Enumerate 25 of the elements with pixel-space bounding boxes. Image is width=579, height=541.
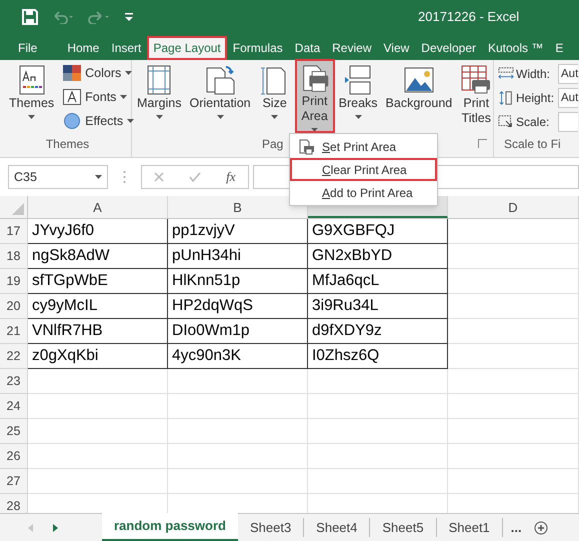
window-title: 20171226 - Excel — [418, 8, 520, 26]
field-label: Scale: — [516, 114, 550, 131]
field-label: Width: — [516, 66, 552, 83]
group-label: Themes — [46, 136, 90, 153]
table-cell: G9XGBFQJ — [308, 219, 448, 244]
table-cell: I0Zhsz6Q — [308, 344, 448, 369]
group-label: Scale to Fi — [504, 136, 561, 153]
table-cell: 4yc90n3K — [168, 344, 308, 369]
table-cell: 3i9Ru34L — [308, 294, 448, 319]
group-label: Pag — [262, 136, 284, 153]
table-cell: d9fXDY9z — [308, 319, 448, 344]
table-cell: HP2dqWqS — [168, 294, 308, 319]
table-cell: GN2xBbYD — [308, 244, 448, 269]
table-cell: pp1zvjyV — [168, 219, 308, 244]
table-cell: JYvyJ6f0 — [28, 219, 168, 244]
table-cell: z0gXqKbi — [28, 344, 168, 369]
table-cell: HlKnn51p — [168, 269, 308, 294]
table-cell: VNlfR7HB — [28, 319, 168, 344]
table-cell: cy9yMcIL — [28, 294, 168, 319]
table-cell: pUnH34hi — [168, 244, 308, 269]
field-label: Height: — [516, 90, 556, 107]
table-cell: ngSk8AdW — [28, 244, 168, 269]
table-cell: sfTGpWbE — [28, 269, 168, 294]
table-cell: MfJa6qcL — [308, 269, 448, 294]
table-cell: DIo0Wm1p — [168, 319, 308, 344]
